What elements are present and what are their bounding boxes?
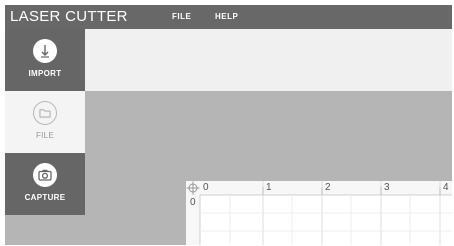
menu-file[interactable]: FILE	[172, 12, 191, 21]
camera-icon	[33, 163, 57, 187]
ruler-x-label: 3	[384, 182, 390, 193]
crosshair-icon	[186, 181, 200, 195]
ruler-x-label: 2	[325, 182, 331, 193]
app-title: LASER CUTTER	[10, 8, 128, 25]
import-icon	[33, 39, 57, 63]
ruler-x-label: 1	[266, 182, 272, 193]
sidebar-item-import[interactable]: IMPORT	[5, 29, 85, 91]
ruler-x-label: 4	[443, 182, 449, 193]
folder-icon	[33, 101, 57, 125]
sidebar-item-label: FILE	[35, 131, 55, 140]
sidebar-item-capture[interactable]: CAPTURE	[5, 153, 85, 215]
sidebar-item-file[interactable]: FILE	[5, 91, 85, 153]
laser-cutter-app: LASER CUTTER FILE HELP IMPORT FILE CAPTU…	[5, 5, 452, 245]
sidebar-item-label: CAPTURE	[24, 193, 66, 202]
tool-panel	[85, 29, 452, 91]
cutting-canvas[interactable]: 0 1 2 3 4 0	[186, 181, 452, 245]
ruler-x-label: 0	[203, 182, 209, 193]
top-bar: LASER CUTTER FILE HELP	[5, 5, 452, 29]
sidebar-item-label: IMPORT	[28, 69, 62, 78]
canvas-grid	[186, 181, 452, 245]
menu-help[interactable]: HELP	[215, 12, 238, 21]
sidebar: IMPORT FILE CAPTURE	[5, 29, 85, 217]
ruler-y-label: 0	[190, 197, 196, 208]
